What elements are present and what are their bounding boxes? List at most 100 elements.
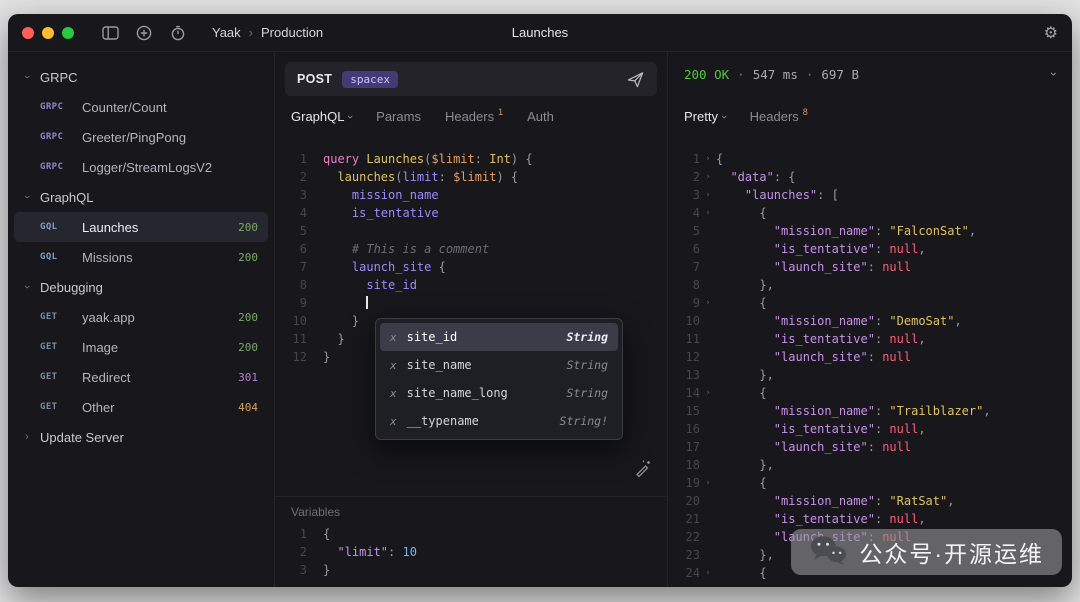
sidebar-item-counter-count[interactable]: GRPCCounter/Count [14, 92, 268, 122]
request-name: Redirect [82, 370, 230, 385]
tab-auth[interactable]: Auth [527, 109, 554, 124]
fold-gutter [700, 546, 716, 564]
line-number: 18 [674, 456, 700, 474]
response-size: 697 B [821, 67, 859, 82]
fold-gutter [307, 276, 323, 294]
fold-gutter [307, 330, 323, 348]
send-button[interactable] [626, 70, 645, 89]
code-line: 8 }, [674, 276, 1072, 294]
chevron-down-icon: › [21, 72, 33, 82]
tab-headers[interactable]: Headers8 [750, 109, 808, 124]
fold-chevron-icon[interactable]: › [700, 384, 716, 402]
field-type-icon: x [390, 359, 397, 372]
status-code-badge: 301 [238, 371, 258, 384]
sidebar-group-update-server[interactable]: ›Update Server [14, 422, 268, 452]
fold-gutter [700, 330, 716, 348]
autocomplete-item-site-name[interactable]: xsite_nameString [380, 351, 618, 379]
fold-gutter [700, 312, 716, 330]
sidebar-item-image[interactable]: GETImage200 [14, 332, 268, 362]
zoom-button[interactable] [62, 27, 74, 39]
line-number: 2 [281, 543, 307, 561]
separator-dot: · [806, 67, 814, 82]
line-number: 1 [281, 150, 307, 168]
sidebar-item-redirect[interactable]: GETRedirect301 [14, 362, 268, 392]
response-body-viewer[interactable]: 1›{2› "data": {3› "launches": [4› {5 "mi… [668, 136, 1072, 587]
tab-graphql[interactable]: GraphQL› [291, 109, 352, 124]
autocomplete-type: String [566, 358, 608, 372]
line-number: 23 [674, 546, 700, 564]
sidebar-item-missions[interactable]: GQLMissions200 [14, 242, 268, 272]
fold-chevron-icon[interactable]: › [700, 294, 716, 312]
autocomplete-item-site-id[interactable]: xsite_idString [380, 323, 618, 351]
tab-count-badge: 1 [498, 107, 503, 117]
autocomplete-item-typename[interactable]: x__typenameString! [380, 407, 618, 435]
close-button[interactable] [22, 27, 34, 39]
sidebar-group-label: GraphQL [40, 190, 93, 205]
watermark: 公众号·开源运维 [791, 529, 1062, 575]
new-request-icon[interactable] [130, 21, 158, 45]
line-number: 24 [674, 564, 700, 582]
fold-gutter [307, 543, 323, 561]
status-code-badge: 200 [238, 341, 258, 354]
line-number: 16 [674, 420, 700, 438]
sidebar-toggle-icon[interactable] [96, 21, 124, 45]
fold-gutter [307, 222, 323, 240]
sidebar-item-greeter-pingpong[interactable]: GRPCGreeter/PingPong [14, 122, 268, 152]
separator-dot: · [737, 67, 745, 82]
line-number: 6 [674, 240, 700, 258]
fold-gutter [700, 510, 716, 528]
variables-section: Variables 1{2 "limit": 103} [275, 496, 667, 587]
request-name-badge: spacex [342, 71, 398, 88]
breadcrumb[interactable]: Yaak › Production [212, 25, 323, 40]
breadcrumb-chevron: › [249, 25, 253, 40]
fold-chevron-icon[interactable]: › [700, 186, 716, 204]
fold-gutter [700, 366, 716, 384]
sidebar-group-debugging[interactable]: ›Debugging [14, 272, 268, 302]
autocomplete-item-site-name-long[interactable]: xsite_name_longString [380, 379, 618, 407]
graphql-editor[interactable]: 1query Launches($limit: Int) {2 launches… [275, 136, 667, 496]
sidebar-item-other[interactable]: GETOther404 [14, 392, 268, 422]
fold-chevron-icon[interactable]: › [700, 168, 716, 186]
fold-chevron-icon[interactable]: › [700, 474, 716, 492]
sidebar-item-launches[interactable]: GQLLaunches200 [14, 212, 268, 242]
fold-chevron-icon[interactable]: › [700, 150, 716, 168]
line-number: 14 [674, 384, 700, 402]
request-url-bar[interactable]: POST spacex [285, 62, 657, 96]
fold-chevron-icon[interactable]: › [700, 564, 716, 582]
code-line: 19› { [674, 474, 1072, 492]
minimize-button[interactable] [42, 27, 54, 39]
request-method-tag: GRPC [40, 102, 74, 112]
request-method-tag: GQL [40, 252, 74, 262]
code-line: 1query Launches($limit: Int) { [281, 150, 667, 168]
code-line: 5 "mission_name": "FalconSat", [674, 222, 1072, 240]
code-line: 18 }, [674, 456, 1072, 474]
response-history-chevron-icon[interactable]: › [1052, 67, 1056, 81]
fold-gutter [307, 294, 323, 312]
fold-chevron-icon[interactable]: › [700, 204, 716, 222]
tab-params[interactable]: Params [376, 109, 421, 124]
code-line: 2 "limit": 10 [281, 543, 667, 561]
sidebar-item-yaak-app[interactable]: GETyaak.app200 [14, 302, 268, 332]
sidebar-group-grpc[interactable]: ›GRPC [14, 62, 268, 92]
code-line: 11 "is_tentative": null, [674, 330, 1072, 348]
fold-gutter [700, 402, 716, 420]
code-line: 1{ [281, 525, 667, 543]
settings-gear-icon[interactable]: ⚙ [1044, 23, 1058, 43]
variables-editor[interactable]: 1{2 "limit": 103} [275, 523, 667, 579]
response-pane: 200 OK · 547 ms · 697 B › Pretty›Headers… [668, 52, 1072, 587]
autocomplete-label: site_name_long [407, 386, 508, 400]
line-number: 22 [674, 528, 700, 546]
tab-headers[interactable]: Headers1 [445, 109, 503, 124]
code-line: 9 [281, 294, 667, 312]
autocomplete-label: __typename [407, 414, 479, 428]
history-timer-icon[interactable] [164, 21, 192, 45]
sidebar-group-graphql[interactable]: ›GraphQL [14, 182, 268, 212]
variables-label: Variables [275, 497, 667, 523]
request-method-tag: GRPC [40, 162, 74, 172]
code-line: 12 "launch_site": null [674, 348, 1072, 366]
sidebar-item-logger-streamlogsv2[interactable]: GRPCLogger/StreamLogsV2 [14, 152, 268, 182]
format-wand-icon[interactable] [633, 458, 653, 481]
chevron-down-icon: › [344, 115, 356, 119]
tab-pretty[interactable]: Pretty› [684, 109, 726, 124]
code-line: 3} [281, 561, 667, 579]
